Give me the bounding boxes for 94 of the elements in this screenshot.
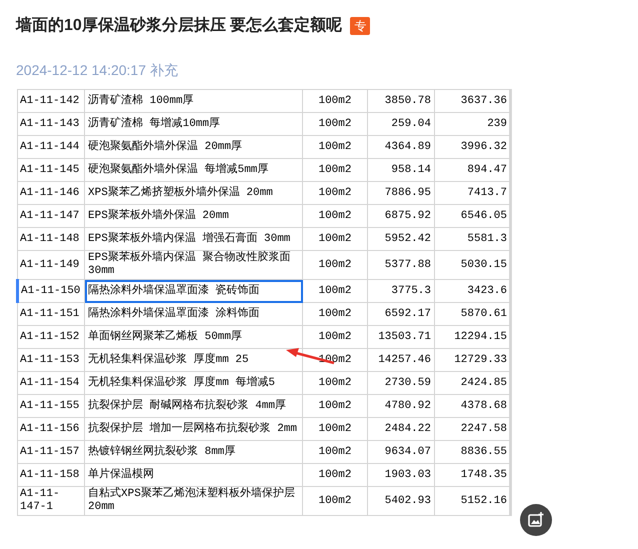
code-cell: A1-11-148 bbox=[18, 228, 84, 250]
name-cell: 自粘式XPS聚苯乙烯泡沫塑料板外墙保护层 20mm bbox=[84, 486, 302, 516]
name-cell: EPS聚苯板外墙内保温 增强石膏面 30mm bbox=[84, 228, 302, 250]
code-cell: A1-11-156 bbox=[18, 418, 84, 440]
price-cell: 239 bbox=[434, 112, 510, 136]
name-cell: EPS聚苯板外墙外保温 20mm bbox=[84, 204, 302, 228]
price-cell: 5152.16 bbox=[434, 486, 510, 516]
unit-cell: 100m2 bbox=[302, 182, 368, 204]
price-cell: 2484.22 bbox=[368, 418, 434, 440]
unit-cell: 100m2 bbox=[302, 90, 368, 112]
price-cell: 8836.55 bbox=[434, 440, 510, 464]
price-cell: 7413.7 bbox=[434, 182, 510, 204]
unit-cell: 100m2 bbox=[302, 204, 368, 228]
price-cell: 5030.15 bbox=[434, 250, 510, 280]
name-cell: 抗裂保护层 耐碱网格布抗裂砂浆 4mm厚 bbox=[84, 394, 302, 418]
code-cell: A1-11-152 bbox=[18, 326, 84, 348]
price-cell: 3775.3 bbox=[368, 280, 434, 302]
price-cell: 14257.46 bbox=[368, 348, 434, 372]
name-cell: 单面钢丝网聚苯乙烯板 50mm厚 bbox=[84, 326, 302, 348]
supplement-label: 补充 bbox=[150, 61, 178, 80]
price-cell: 1748.35 bbox=[434, 464, 510, 486]
name-cell: 无机轻集料保温砂浆 厚度mm 每增减5 bbox=[84, 372, 302, 394]
name-cell: 单片保温模网 bbox=[84, 464, 302, 486]
name-cell: XPS聚苯乙烯挤塑板外墙外保温 20mm bbox=[84, 182, 302, 204]
code-cell: A1-11-146 bbox=[18, 182, 84, 204]
unit-cell: 100m2 bbox=[302, 112, 368, 136]
price-cell: 4378.68 bbox=[434, 394, 510, 418]
code-cell: A1-11-151 bbox=[18, 302, 84, 326]
price-cell: 3850.78 bbox=[368, 90, 434, 112]
price-cell: 4364.89 bbox=[368, 136, 434, 158]
price-cell: 958.14 bbox=[368, 158, 434, 182]
price-cell: 5870.61 bbox=[434, 302, 510, 326]
code-cell: A1-11-147-1 bbox=[18, 486, 84, 516]
post-time: 2024-12-12 14:20:17 bbox=[16, 61, 146, 80]
price-cell: 6546.05 bbox=[434, 204, 510, 228]
price-cell: 7886.95 bbox=[368, 182, 434, 204]
name-cell: 硬泡聚氨酯外墙外保温 20mm厚 bbox=[84, 136, 302, 158]
unit-cell: 100m2 bbox=[302, 394, 368, 418]
price-cell: 3423.6 bbox=[434, 280, 510, 302]
price-cell: 13503.71 bbox=[368, 326, 434, 348]
name-cell: 抗裂保护层 增加一层网格布抗裂砂浆 2mm bbox=[84, 418, 302, 440]
price-cell: 5581.3 bbox=[434, 228, 510, 250]
code-cell: A1-11-144 bbox=[18, 136, 84, 158]
code-cell: A1-11-157 bbox=[18, 440, 84, 464]
price-cell: 3996.32 bbox=[434, 136, 510, 158]
price-cell: 5952.42 bbox=[368, 228, 434, 250]
unit-cell: 100m2 bbox=[302, 326, 368, 348]
unit-cell: 100m2 bbox=[302, 228, 368, 250]
code-cell: A1-11-155 bbox=[18, 394, 84, 418]
price-cell: 3637.36 bbox=[434, 90, 510, 112]
price-cell: 1903.03 bbox=[368, 464, 434, 486]
name-cell: 沥青矿渣棉 每增减10mm厚 bbox=[84, 112, 302, 136]
unit-cell: 100m2 bbox=[302, 302, 368, 326]
unit-cell: 100m2 bbox=[302, 372, 368, 394]
price-cell: 9634.07 bbox=[368, 440, 434, 464]
code-cell: A1-11-154 bbox=[18, 372, 84, 394]
unit-cell: 100m2 bbox=[302, 486, 368, 516]
name-cell: 隔热涂料外墙保温罩面漆 涂料饰面 bbox=[84, 302, 302, 326]
code-cell: A1-11-149 bbox=[18, 250, 84, 280]
price-cell: 6875.92 bbox=[368, 204, 434, 228]
price-cell: 6592.17 bbox=[368, 302, 434, 326]
code-cell: A1-11-145 bbox=[18, 158, 84, 182]
name-cell: EPS聚苯板外墙内保温 聚合物改性胶浆面 30mm bbox=[84, 250, 302, 280]
code-cell: A1-11-150 bbox=[18, 280, 84, 302]
price-cell: 2247.58 bbox=[434, 418, 510, 440]
unit-cell: 100m2 bbox=[302, 136, 368, 158]
code-cell: A1-11-153 bbox=[18, 348, 84, 372]
price-cell: 12294.15 bbox=[434, 326, 510, 348]
question-title: 墙面的10厚保温砂浆分层抹压 要怎么套定额呢 bbox=[16, 15, 342, 36]
unit-cell: 100m2 bbox=[302, 158, 368, 182]
unit-cell: 100m2 bbox=[302, 280, 368, 302]
price-cell: 12729.33 bbox=[434, 348, 510, 372]
price-cell: 894.47 bbox=[434, 158, 510, 182]
price-cell: 2730.59 bbox=[368, 372, 434, 394]
badge: 专 bbox=[350, 17, 370, 35]
price-cell: 4780.92 bbox=[368, 394, 434, 418]
name-cell: 硬泡聚氨酯外墙外保温 每增减5mm厚 bbox=[84, 158, 302, 182]
code-cell: A1-11-158 bbox=[18, 464, 84, 486]
code-cell: A1-11-147 bbox=[18, 204, 84, 228]
price-cell: 5402.93 bbox=[368, 486, 434, 516]
code-cell: A1-11-142 bbox=[18, 90, 84, 112]
unit-cell: 100m2 bbox=[302, 440, 368, 464]
name-cell: 沥青矿渣棉 100mm厚 bbox=[84, 90, 302, 112]
price-cell: 5377.88 bbox=[368, 250, 434, 280]
code-cell: A1-11-143 bbox=[18, 112, 84, 136]
image-add-icon bbox=[528, 512, 544, 528]
unit-cell: 100m2 bbox=[302, 250, 368, 280]
name-cell: 热镀锌钢丝网抗裂砂浆 8mm厚 bbox=[84, 440, 302, 464]
unit-cell: 100m2 bbox=[302, 464, 368, 486]
price-cell: 259.04 bbox=[368, 112, 434, 136]
unit-cell: 100m2 bbox=[302, 418, 368, 440]
add-image-button[interactable] bbox=[520, 504, 552, 536]
price-cell: 2424.85 bbox=[434, 372, 510, 394]
selected-cell[interactable]: 隔热涂料外墙保温罩面漆 瓷砖饰面 bbox=[84, 280, 302, 302]
